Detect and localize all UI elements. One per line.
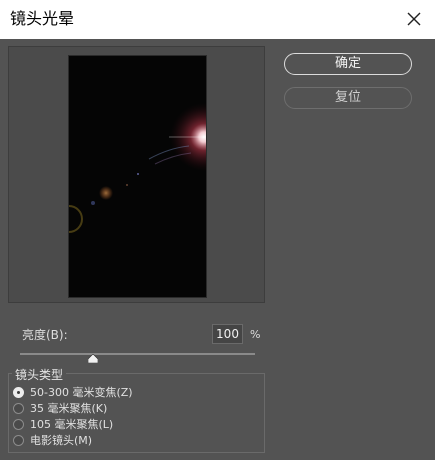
lens-option-movie[interactable]: 电影镜头(M)	[13, 432, 92, 448]
flare-preview-image[interactable]	[68, 55, 207, 298]
radio-button[interactable]	[13, 386, 24, 398]
brightness-unit: %	[250, 328, 261, 341]
brightness-input[interactable]	[212, 324, 243, 344]
dialog-title: 镜头光晕	[10, 9, 75, 28]
lens-option-label: 电影镜头(M)	[30, 434, 93, 447]
brightness-label: 亮度(B):	[22, 328, 68, 342]
lens-option-105[interactable]: 105 毫米聚焦(L)	[13, 416, 113, 432]
lens-option-35[interactable]: 35 毫米聚焦(K)	[13, 400, 107, 416]
dialog-titlebar: 镜头光晕	[0, 0, 435, 39]
ok-button[interactable]: 确定	[284, 53, 412, 75]
lens-option-label: 50-300 毫米变焦(Z)	[30, 386, 133, 399]
brightness-slider-thumb[interactable]	[87, 348, 99, 364]
lens-type-legend: 镜头类型	[12, 368, 67, 382]
lens-option-50-300[interactable]: 50-300 毫米变焦(Z)	[13, 384, 133, 400]
radio-button[interactable]	[13, 434, 24, 446]
reset-button[interactable]: 复位	[284, 87, 412, 109]
radio-button[interactable]	[13, 418, 24, 430]
preview-panel	[8, 46, 265, 303]
lens-option-label: 105 毫米聚焦(L)	[30, 418, 114, 431]
radio-button[interactable]	[13, 402, 24, 414]
brightness-slider-track[interactable]	[20, 353, 255, 355]
close-icon[interactable]	[403, 8, 425, 30]
lens-option-label: 35 毫米聚焦(K)	[30, 402, 108, 415]
